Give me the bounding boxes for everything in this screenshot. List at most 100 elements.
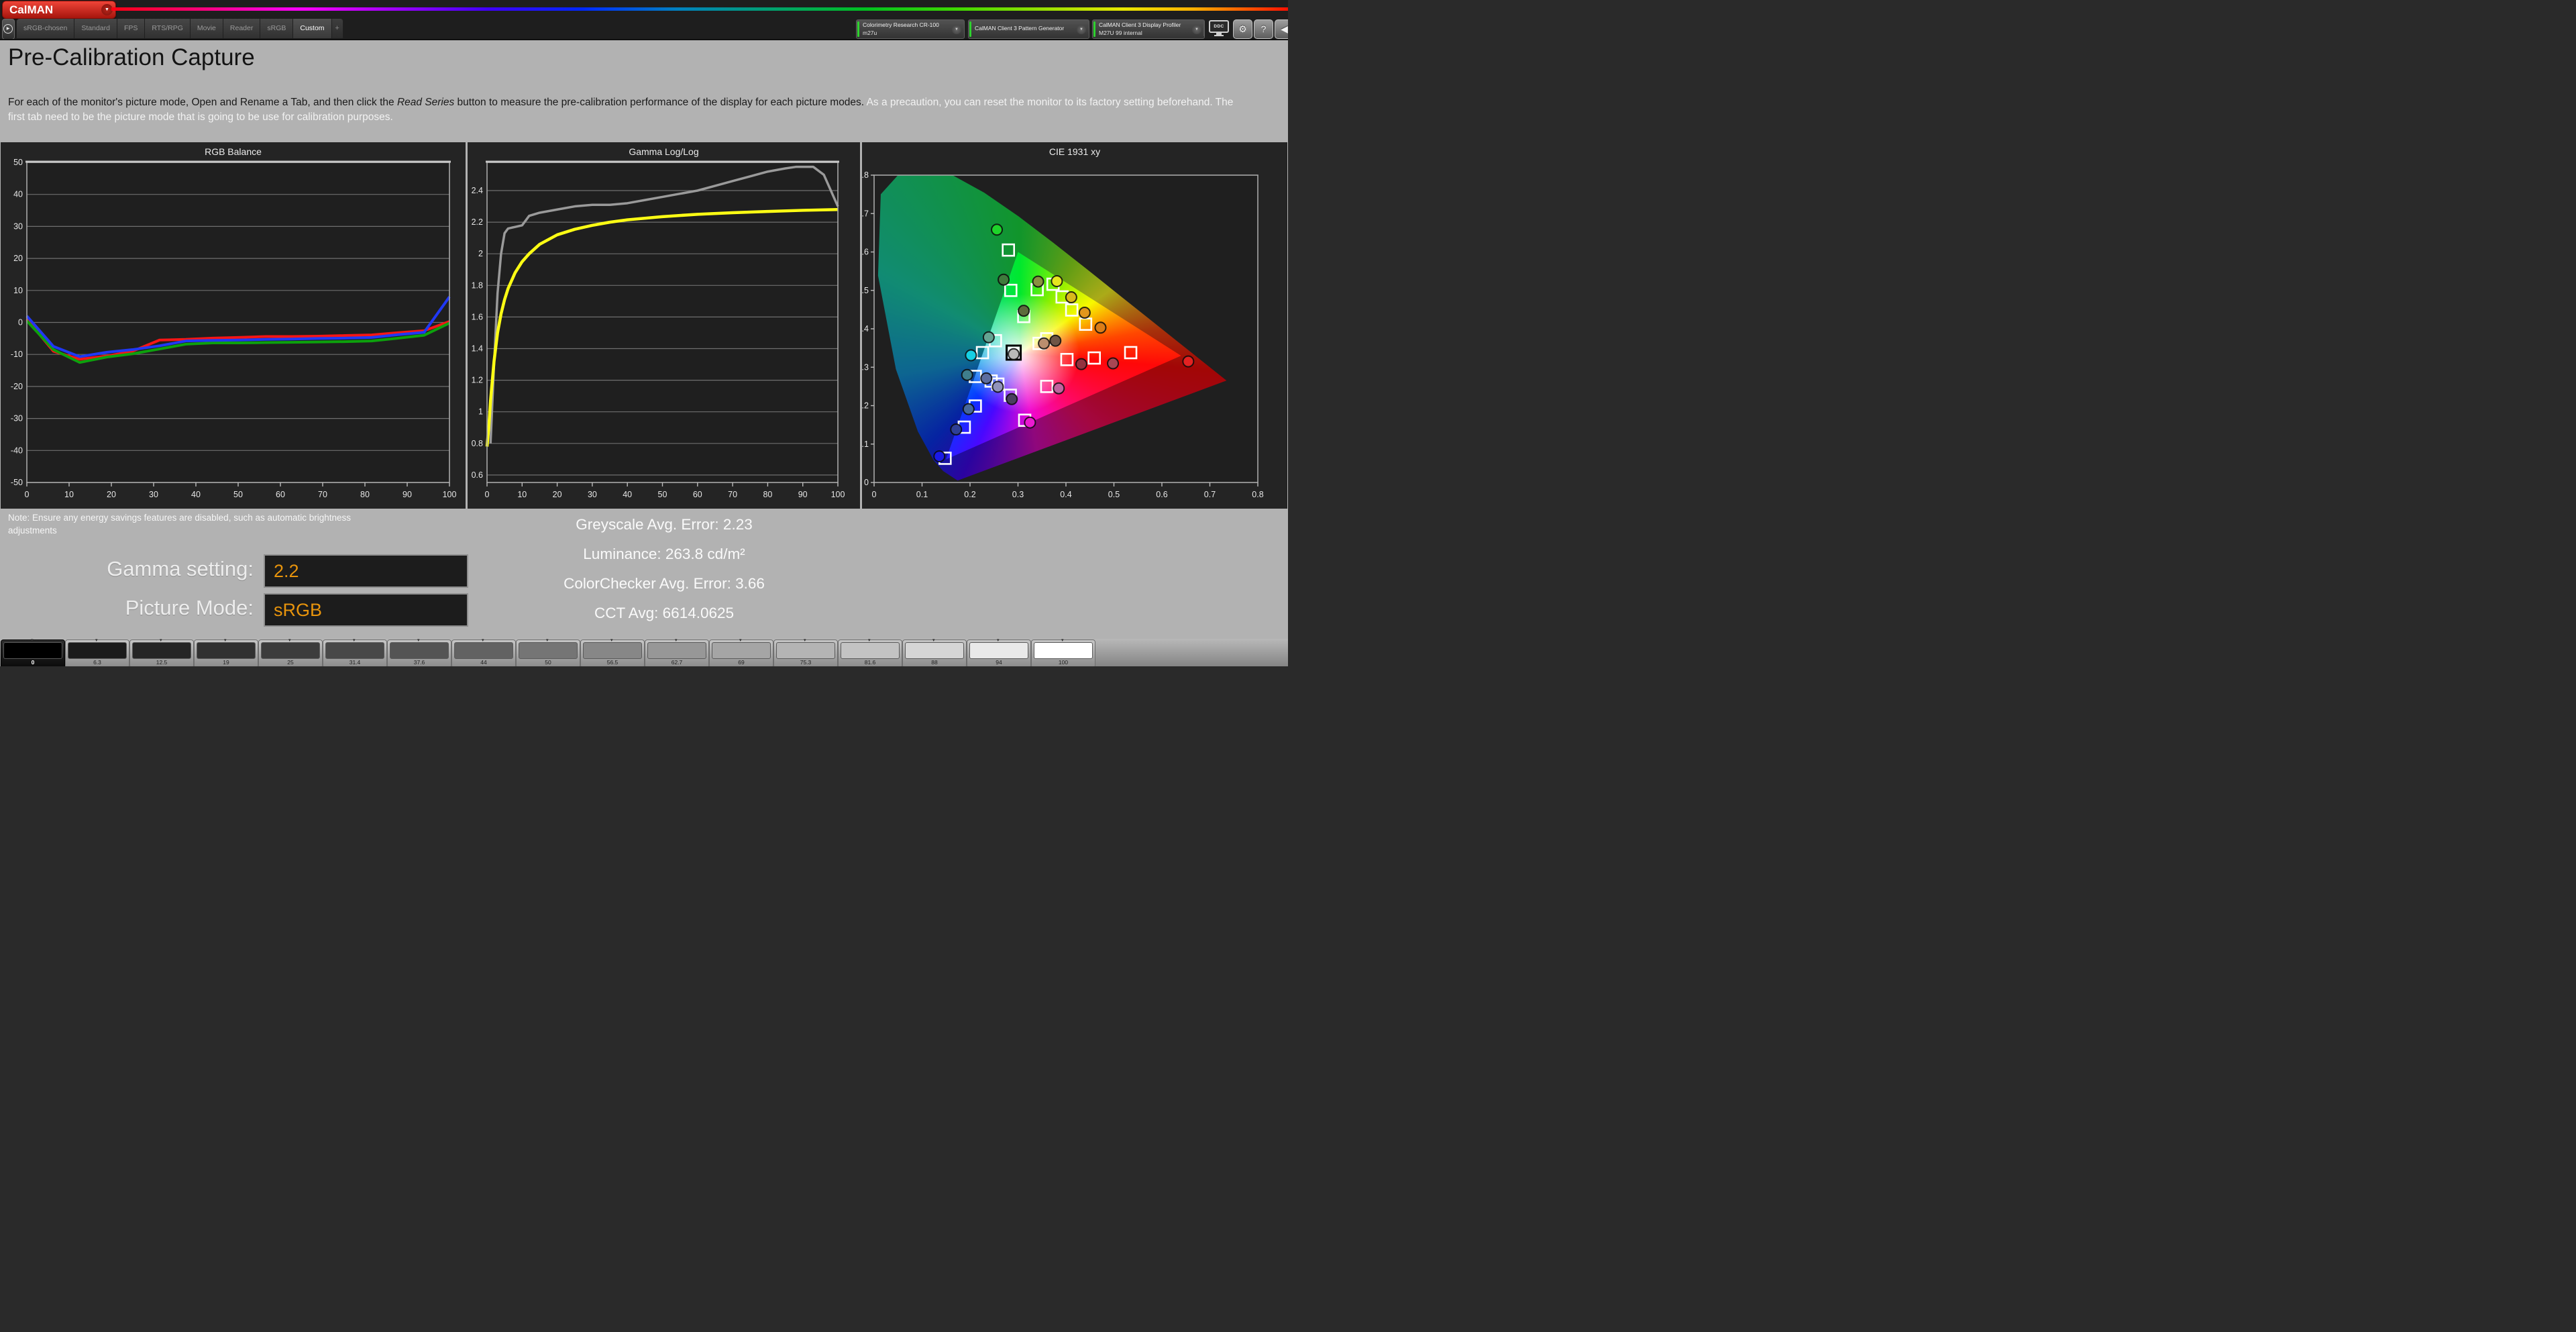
page-title: Pre-Calibration Capture [8, 44, 255, 71]
svg-text:0: 0 [872, 490, 877, 499]
greyscale-swatch-100[interactable]: 100 [1031, 639, 1095, 666]
svg-text:100: 100 [443, 490, 457, 499]
swatch-label: 94 [967, 659, 1030, 666]
swatch-color [261, 642, 320, 659]
swatch-label: 31.4 [323, 659, 386, 666]
calman-logo-menu[interactable]: CalMAN ▼ [2, 1, 116, 19]
gamma-setting-label: Gamma setting: [0, 557, 254, 581]
svg-text:0: 0 [18, 318, 23, 327]
greyscale-swatch-88[interactable]: 88 [902, 639, 967, 666]
svg-text:0.4: 0.4 [1060, 490, 1071, 499]
greyscale-swatch-62.7[interactable]: 62.7 [645, 639, 709, 666]
tab-rts-rpg[interactable]: RTS/RPG [145, 19, 190, 38]
svg-text:0.8: 0.8 [1252, 490, 1263, 499]
svg-text:20: 20 [107, 490, 116, 499]
svg-text:10: 10 [517, 490, 527, 499]
picture-mode-field[interactable]: sRGB [264, 593, 468, 627]
svg-text:80: 80 [360, 490, 370, 499]
svg-text:0: 0 [864, 478, 869, 487]
greyscale-swatch-0[interactable]: 0 [1, 639, 65, 666]
cie-chart-overlay: 0.80.70.60.50.40.30.20.1000.10.20.30.40.… [862, 142, 1287, 509]
tab-reader[interactable]: Reader [223, 19, 260, 38]
svg-text:30: 30 [588, 490, 597, 499]
svg-text:20: 20 [13, 254, 23, 263]
greyscale-swatch-56.5[interactable]: 56.5 [580, 639, 645, 666]
svg-text:0.8: 0.8 [472, 439, 483, 448]
svg-text:1.8: 1.8 [472, 280, 483, 290]
svg-text:0.7: 0.7 [862, 209, 869, 218]
swatch-label: 56.5 [581, 659, 644, 666]
svg-text:-30: -30 [11, 414, 23, 423]
tab-srgb-chosen[interactable]: sRGB-chosen [17, 19, 74, 38]
settings-gear-button[interactable]: ⚙ [1233, 19, 1252, 39]
workflow-tab-bar: sRGB-chosenStandardFPSRTS/RPGMovieReader… [17, 19, 343, 38]
svg-text:50: 50 [658, 490, 667, 499]
svg-text:0.3: 0.3 [862, 362, 869, 372]
stat-line: Luminance: 263.8 cd/m² [463, 540, 865, 569]
svg-text:90: 90 [402, 490, 412, 499]
svg-text:0: 0 [485, 490, 490, 499]
svg-text:2.2: 2.2 [472, 217, 483, 227]
svg-text:0: 0 [25, 490, 30, 499]
swatch-label: 0 [1, 659, 64, 666]
swatch-label: 62.7 [645, 659, 708, 666]
gamma-chart: 2.42.221.81.61.41.210.80.601020304050607… [468, 142, 860, 509]
cie-panel: CIE 1931 xy 0.80.70.60.50.40.30.20.1000.… [862, 142, 1287, 509]
device-name: CalMAN Client 3 Display Profiler [1099, 21, 1181, 28]
svg-text:70: 70 [318, 490, 327, 499]
svg-text:0.1: 0.1 [862, 440, 869, 449]
greyscale-swatch-37.6[interactable]: 37.6 [387, 639, 451, 666]
swatch-color [647, 642, 706, 659]
greyscale-swatch-75.3[interactable]: 75.3 [773, 639, 838, 666]
description-part2: button to measure the pre-calibration pe… [454, 97, 866, 108]
svg-text:0.3: 0.3 [1012, 490, 1024, 499]
greyscale-swatch-69[interactable]: 69 [709, 639, 773, 666]
tab-srgb[interactable]: sRGB [260, 19, 293, 38]
svg-text:1: 1 [478, 407, 483, 417]
calman-window: CalMAN ▼ ▶ sRGB-chosenStandardFPSRTS/RPG… [0, 0, 1288, 666]
greyscale-swatch-31.4[interactable]: 31.4 [323, 639, 387, 666]
collapse-panel-button[interactable]: ◀ [1275, 19, 1288, 39]
tab-standard[interactable]: Standard [74, 19, 117, 38]
greyscale-swatch-12.5[interactable]: 12.5 [129, 639, 194, 666]
greyscale-swatch-94[interactable]: 94 [967, 639, 1031, 666]
tab-custom[interactable]: Custom [293, 19, 331, 38]
svg-text:0.6: 0.6 [472, 470, 483, 480]
add-tab-button[interactable]: + [332, 19, 343, 38]
rgb-balance-panel: RGB Balance 50403020100-10-20-30-40-5001… [1, 142, 466, 509]
chevron-down-icon: ▼ [952, 25, 961, 34]
greyscale-swatch-50[interactable]: 50 [516, 639, 580, 666]
svg-text:80: 80 [763, 490, 772, 499]
swatch-color [583, 642, 642, 659]
swatch-color [905, 642, 964, 659]
svg-text:0.2: 0.2 [964, 490, 975, 499]
swatch-label: 37.6 [388, 659, 451, 666]
greyscale-swatch-81.6[interactable]: 81.6 [838, 639, 902, 666]
tab-fps[interactable]: FPS [117, 19, 145, 38]
top-bar: CalMAN ▼ ▶ sRGB-chosenStandardFPSRTS/RPG… [0, 0, 1288, 39]
help-button[interactable]: ? [1254, 19, 1273, 39]
tab-movie[interactable]: Movie [191, 19, 223, 38]
device-name: CalMAN Client 3 Pattern Generator [975, 25, 1064, 32]
tab-scroll-button[interactable]: ▶ [2, 19, 15, 40]
display-profiler-dropdown[interactable]: CalMAN Client 3 Display ProfilerM27U 99 … [1092, 19, 1205, 39]
svg-text:50: 50 [233, 490, 243, 499]
page-description: For each of the monitor's picture mode, … [8, 95, 1236, 125]
bottom-bar: 06.312.5192531.437.6445056.562.76975.381… [0, 639, 1288, 666]
svg-text:40: 40 [623, 490, 632, 499]
ddc-monitor-icon[interactable]: DDC [1209, 20, 1229, 37]
greyscale-swatch-19[interactable]: 19 [194, 639, 258, 666]
meter-dropdown[interactable]: Colorimetry Research CR-100m27u▼ [856, 19, 965, 39]
pattern-generator-dropdown[interactable]: CalMAN Client 3 Pattern Generator ▼ [968, 19, 1089, 39]
greyscale-swatch-25[interactable]: 25 [258, 639, 323, 666]
greyscale-swatch-44[interactable]: 44 [451, 639, 516, 666]
gamma-setting-field[interactable]: 2.2 [264, 554, 468, 588]
greyscale-swatch-6.3[interactable]: 6.3 [65, 639, 129, 666]
swatch-color [519, 642, 578, 659]
calman-logo-text: CalMAN [9, 3, 53, 16]
chevron-down-icon: ▼ [1077, 25, 1086, 34]
swatch-color [776, 642, 835, 659]
read-series-emphasis: Read Series [397, 97, 454, 108]
swatch-color [969, 642, 1028, 659]
svg-text:70: 70 [728, 490, 737, 499]
